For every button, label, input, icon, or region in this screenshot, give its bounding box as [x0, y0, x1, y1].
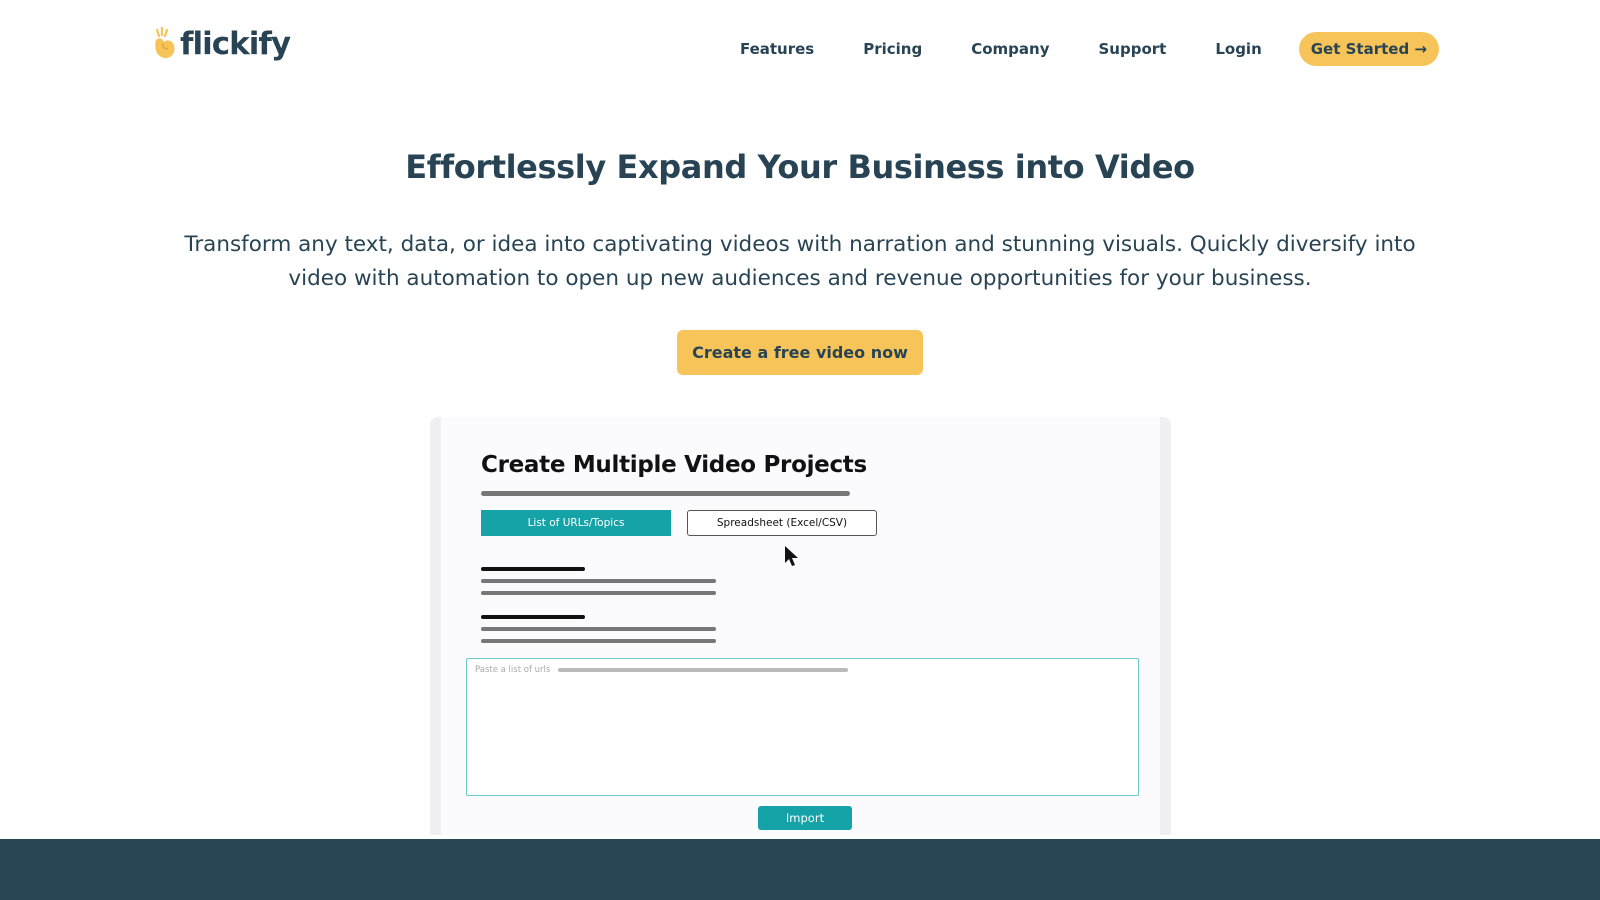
tab-spreadsheet[interactable]: Spreadsheet (Excel/CSV) [687, 510, 877, 536]
placeholder-heading-line [481, 615, 585, 619]
url-textarea-placeholder: Paste a list of urls [475, 665, 551, 675]
title-underline [481, 491, 850, 496]
import-button[interactable]: Import [758, 806, 852, 830]
create-free-video-button[interactable]: Create a free video now [677, 330, 923, 375]
hero-title: Effortlessly Expand Your Business into V… [405, 148, 1195, 186]
product-mockup: Create Multiple Video Projects List of U… [430, 417, 1171, 835]
placeholder-text-line [558, 668, 848, 672]
site-header: flickify Features Pricing Company Suppor… [0, 0, 1600, 96]
placeholder-text-line [481, 627, 716, 631]
nav-support[interactable]: Support [1098, 33, 1166, 65]
placeholder-heading-line [481, 567, 585, 571]
nav-features[interactable]: Features [740, 33, 814, 65]
get-started-button[interactable]: Get Started → [1298, 32, 1439, 66]
nav-company[interactable]: Company [971, 33, 1049, 65]
brand-name: flickify [180, 26, 291, 62]
hero-subtitle: Transform any text, data, or idea into c… [184, 232, 1416, 291]
flame-hand-icon [155, 26, 175, 59]
nav-login[interactable]: Login [1215, 33, 1261, 65]
placeholder-text-line [481, 579, 716, 583]
url-list-textarea[interactable]: Paste a list of urls [466, 658, 1139, 796]
mockup-title: Create Multiple Video Projects [481, 452, 867, 478]
main-nav: Features Pricing Company Support Login G… [740, 32, 1439, 66]
footer-band [0, 839, 1600, 900]
brand-logo[interactable]: flickify [150, 26, 291, 62]
tab-urls-topics[interactable]: List of URLs/Topics [481, 510, 671, 536]
mouse-pointer-icon [785, 546, 798, 566]
placeholder-text-line [481, 591, 716, 595]
nav-pricing[interactable]: Pricing [863, 33, 922, 65]
placeholder-text-line [481, 639, 716, 643]
